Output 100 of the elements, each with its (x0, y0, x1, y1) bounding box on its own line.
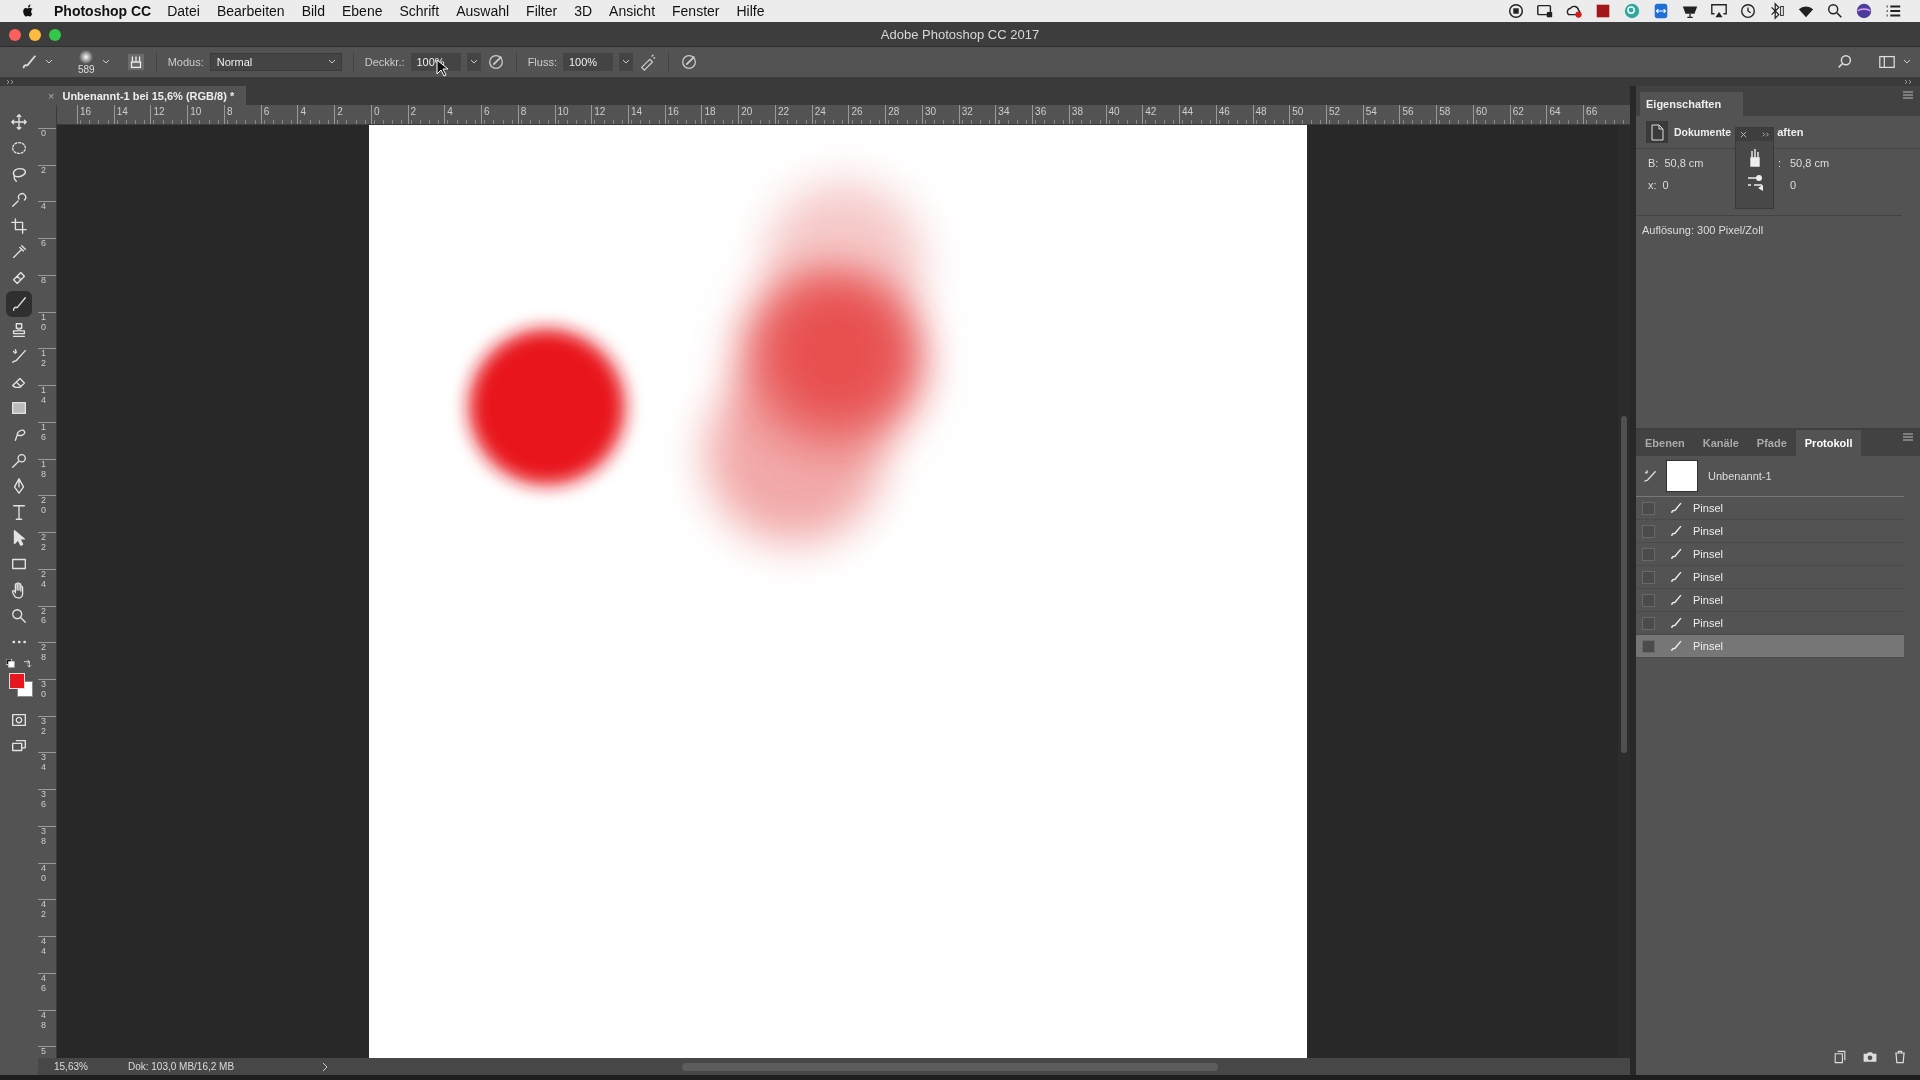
trash-icon[interactable] (1892, 1049, 1908, 1065)
airbrush-icon[interactable] (639, 53, 658, 71)
zoom-level[interactable]: 15,63% (54, 1061, 88, 1072)
flow-field[interactable]: 100% (563, 53, 614, 71)
quick-mask-icon[interactable] (10, 711, 28, 729)
ruler-label: 44 (1182, 106, 1194, 117)
history-brush-icon[interactable] (1642, 468, 1658, 484)
stamp-icon[interactable] (10, 321, 28, 339)
ruler-label: 28 (888, 106, 900, 117)
source-checkbox[interactable] (1642, 501, 1655, 515)
zoom-icon[interactable] (10, 607, 28, 625)
source-checkbox[interactable] (1642, 547, 1655, 561)
menu-item[interactable]: Auswahl (456, 3, 510, 19)
source-checkbox[interactable] (1642, 524, 1655, 538)
field-value[interactable]: 50,8 cm (1790, 157, 1830, 169)
field-value[interactable]: 0 (1662, 179, 1669, 191)
history-brush-icon[interactable] (10, 347, 28, 365)
ellipse-marquee-icon[interactable] (10, 139, 28, 157)
close-window-button[interactable] (9, 29, 21, 41)
app-menu[interactable]: Photoshop CC (54, 3, 152, 19)
bandage-icon[interactable] (10, 269, 28, 287)
document-canvas[interactable] (369, 125, 1307, 1058)
eyedropper-icon[interactable] (10, 243, 28, 261)
lasso-icon[interactable] (10, 165, 28, 183)
pressure-opacity-icon[interactable] (486, 53, 505, 71)
caret-icon[interactable] (619, 53, 634, 71)
new-document-icon[interactable] (1832, 1049, 1848, 1065)
panel-tab[interactable]: Protokoll (1795, 430, 1862, 456)
menu-item[interactable]: Schrift (399, 3, 440, 19)
collapse-icon[interactable] (1904, 78, 1914, 85)
search-icon[interactable] (1836, 53, 1854, 71)
menu-item[interactable]: Bearbeiten (216, 3, 285, 19)
move-icon[interactable] (10, 113, 28, 131)
ruler-label: 12 (594, 106, 606, 117)
caret-icon[interactable] (466, 53, 481, 71)
expand-icon[interactable] (1761, 130, 1770, 139)
menu-item[interactable]: Ebene (342, 3, 383, 19)
source-checkbox[interactable] (1642, 616, 1655, 630)
menu-item[interactable]: Hilfe (736, 3, 765, 19)
menu-item[interactable]: Bild (301, 3, 325, 19)
arrows-app-icon[interactable] (1652, 2, 1670, 20)
record-icon[interactable] (1507, 2, 1525, 20)
magnifier-app-icon[interactable] (1623, 2, 1641, 20)
panel-menu-icon[interactable] (1902, 91, 1914, 101)
panel-menu-icon[interactable] (1902, 433, 1914, 443)
collapse-icon[interactable] (6, 78, 16, 85)
zoom-window-button[interactable] (49, 29, 61, 41)
orb-icon[interactable] (1855, 2, 1873, 20)
ruler-label: 32 (41, 716, 47, 737)
panel-tab[interactable]: Eigenschaften (1640, 92, 1744, 116)
menu-item[interactable]: Fenster (672, 3, 720, 19)
type-icon[interactable] (10, 503, 28, 521)
pressure-size-icon[interactable] (680, 53, 699, 71)
workspace-icon[interactable] (1878, 53, 1896, 71)
airplay-icon[interactable] (1710, 2, 1728, 20)
dodge-icon[interactable] (10, 451, 28, 469)
field-value[interactable]: 50,8 cm (1664, 157, 1704, 169)
minimize-window-button[interactable] (29, 29, 41, 41)
scrollbar-thumb[interactable] (1621, 416, 1627, 753)
ruler-label: 14 (116, 106, 128, 117)
crop-icon[interactable] (10, 217, 28, 235)
field-value[interactable]: 0 (1790, 179, 1797, 191)
source-checkbox[interactable] (1642, 639, 1655, 653)
ruler-label: 30 (924, 106, 936, 117)
chevron-icon[interactable] (322, 1061, 329, 1072)
ruler-label: 48 (1255, 106, 1267, 117)
mode-dropdown[interactable]: Normal (209, 53, 342, 71)
document-icon (1646, 121, 1668, 143)
ruler-label: 38 (41, 826, 47, 847)
history-state[interactable]: Pinsel (1636, 635, 1904, 658)
soft-brush-icon[interactable] (78, 49, 95, 65)
source-checkbox[interactable] (1642, 593, 1655, 607)
brush-tool-preset-icon[interactable] (20, 53, 38, 71)
brush-panel-icon[interactable] (126, 53, 145, 71)
color-swatches[interactable] (9, 673, 33, 697)
snapshot-thumbnail[interactable] (1666, 460, 1698, 492)
clock-icon[interactable] (1739, 2, 1757, 20)
gradient-icon[interactable] (10, 399, 28, 417)
monitor-icon[interactable] (1536, 2, 1554, 20)
panel-tab[interactable]: Pfade (1747, 430, 1796, 456)
quick-select-icon[interactable] (10, 191, 28, 209)
square-app-icon[interactable] (1594, 2, 1612, 20)
ruler-label: 58 (1439, 106, 1451, 117)
panel-tab[interactable]: Kanäle (1693, 430, 1748, 456)
document-tab[interactable]: × Unbenannt-1 bei 15,6% (RGB/8) * (38, 86, 247, 105)
ruler-label: 24 (41, 569, 47, 590)
menu-item[interactable]: Datei (167, 3, 200, 19)
menu-item[interactable]: Ansicht (609, 3, 656, 19)
bluetooth-icon[interactable] (1768, 2, 1786, 20)
snapshot-name[interactable]: Unbenannt-1 (1708, 470, 1772, 482)
search-icon[interactable] (1826, 2, 1844, 20)
ruler-label: 32 (961, 106, 973, 117)
swap-colors-icon[interactable] (23, 659, 32, 668)
source-checkbox[interactable] (1642, 570, 1655, 584)
menu-item[interactable]: 3D (574, 3, 593, 19)
camera-icon[interactable] (1862, 1049, 1878, 1065)
close-icon[interactable] (1739, 130, 1748, 139)
panel-tab[interactable]: Ebenen (1636, 430, 1694, 456)
menu-item[interactable]: Filter (526, 3, 558, 19)
default-colors-icon[interactable] (6, 659, 15, 668)
